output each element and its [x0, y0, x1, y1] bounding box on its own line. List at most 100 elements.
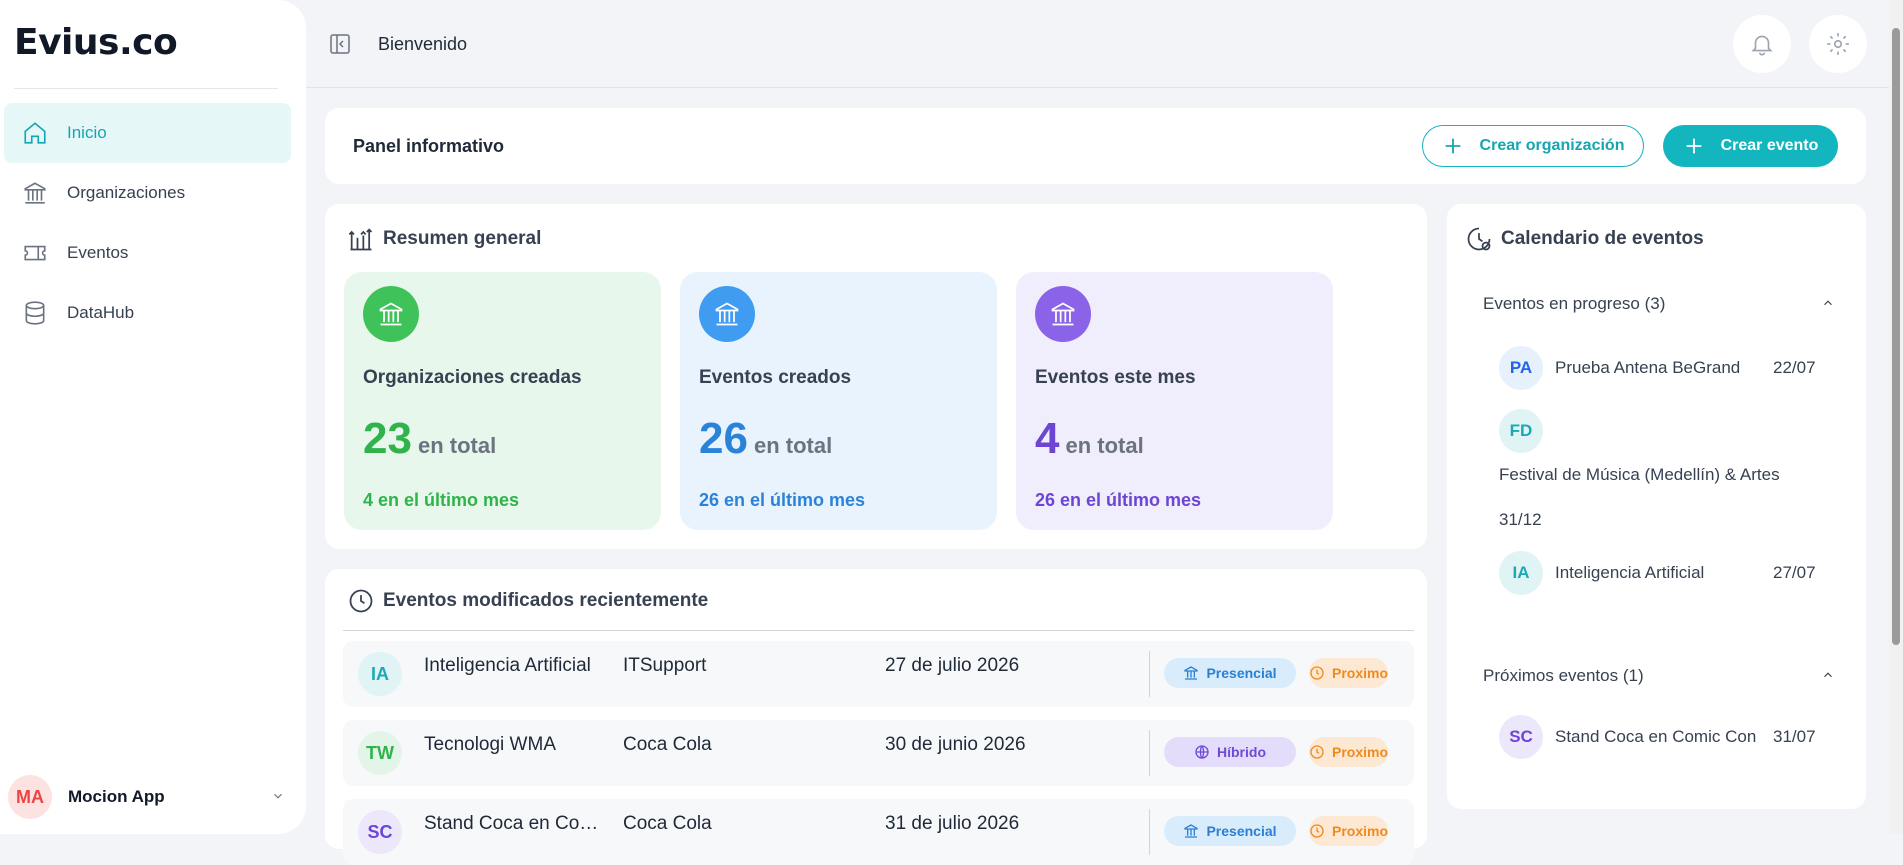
clock-icon — [1310, 824, 1324, 838]
event-date: 31/12 — [1499, 510, 1542, 529]
user-name: Mocion App — [68, 787, 165, 806]
chart-up-icon — [348, 228, 373, 251]
stat-label: Organizaciones creadas — [363, 367, 582, 388]
list-item[interactable]: PA Prueba Antena BeGrand 22/07 — [1499, 346, 1819, 390]
event-avatar: PA — [1499, 346, 1543, 390]
event-name: Tecnologi WMA — [424, 734, 556, 755]
calendar-card: Calendario de eventos Eventos en progres… — [1447, 204, 1866, 809]
top-bar: Bienvenido — [306, 0, 1903, 88]
list-item[interactable]: IA Inteligencia Artificial 27/07 — [1499, 551, 1819, 595]
app-logo[interactable]: Evius.co — [14, 22, 178, 63]
clock-icon — [1310, 666, 1324, 680]
ticket-icon — [24, 245, 46, 261]
scrollbar-thumb[interactable] — [1892, 28, 1900, 645]
stat-subtext: 26 en el último mes — [1035, 490, 1202, 510]
create-event-label: Crear evento — [1720, 137, 1819, 154]
divider — [14, 88, 278, 89]
upcoming-header[interactable]: Próximos eventos (1) — [1483, 666, 1644, 686]
scrollbar[interactable] — [1889, 0, 1903, 834]
divider — [1149, 730, 1150, 776]
stat-value: 4 — [1035, 414, 1060, 463]
sidebar-item-datahub[interactable]: DataHub — [4, 283, 291, 343]
sidebar-item-organizaciones[interactable]: Organizaciones — [4, 163, 291, 223]
event-date: 30 de junio 2026 — [885, 734, 1026, 755]
calendar-title-text: Calendario de eventos — [1501, 228, 1704, 249]
user-menu[interactable]: MA Mocion App — [8, 775, 291, 819]
in-progress-header[interactable]: Eventos en progreso (3) — [1483, 294, 1665, 314]
status-label: Proximo — [1331, 823, 1388, 839]
clock-icon — [1310, 745, 1324, 759]
event-avatar: SC — [1499, 715, 1543, 759]
bell-icon — [1751, 35, 1773, 56]
stat-unit: en total — [417, 433, 497, 458]
stat-value-group: 26 en total — [699, 414, 832, 464]
globe-icon — [1195, 745, 1209, 759]
sidebar-item-label: Organizaciones — [67, 183, 186, 202]
list-item[interactable]: FD Festival de Música (Medellín) & Artes… — [1499, 409, 1780, 529]
event-date: 22/07 — [1773, 358, 1816, 377]
sidebar-item-eventos[interactable]: Eventos — [4, 223, 291, 283]
event-avatar: TW — [358, 731, 402, 775]
create-organization-label: Crear organización — [1479, 137, 1625, 154]
home-icon — [24, 122, 46, 144]
event-date: 31 de julio 2026 — [885, 813, 1020, 834]
recent-events-title: Eventos modificados recientemente — [347, 587, 708, 615]
stat-unit: en total — [1065, 433, 1144, 458]
stat-card-events: Eventos creados 26 en total 26 en el últ… — [680, 272, 997, 530]
sidebar: Evius.co Inicio Organizaciones Eventos D… — [0, 0, 306, 834]
building-icon-badge — [1035, 286, 1091, 342]
event-avatar: IA — [1499, 551, 1543, 595]
divider — [343, 630, 1414, 631]
stat-subtext: 26 en el último mes — [699, 490, 866, 510]
chevron-up-icon[interactable] — [1821, 668, 1835, 682]
sidebar-item-label: DataHub — [67, 303, 135, 322]
event-name: Inteligencia Artificial — [424, 655, 591, 676]
sidebar-toggle-icon[interactable] — [328, 32, 352, 56]
stat-card-organizations: Organizaciones creadas 23 en total 4 en … — [344, 272, 661, 530]
building-icon-badge — [699, 286, 755, 342]
sidebar-item-inicio[interactable]: Inicio — [4, 103, 291, 163]
create-event-button[interactable]: Crear evento — [1663, 125, 1838, 167]
stat-value: 26 — [699, 414, 748, 463]
avatar: MA — [8, 775, 52, 819]
table-row[interactable]: TW Tecnologi WMA Coca Cola 30 de junio 2… — [343, 720, 1414, 786]
event-name: Prueba Antena BeGrand — [1555, 358, 1741, 377]
page-title: Bienvenido — [378, 34, 468, 54]
recent-events-card: Eventos modificados recientemente IA Int… — [325, 569, 1427, 865]
event-name: Festival de Música (Medellín) & Artes — [1499, 465, 1780, 484]
table-row[interactable]: SC Stand Coca en Comic Con Coca Cola 31 … — [343, 799, 1414, 865]
sidebar-item-label: Eventos — [67, 243, 129, 262]
sidebar-nav: Inicio Organizaciones Eventos DataHub — [4, 103, 291, 343]
table-row[interactable]: IA Inteligencia Artificial ITSupport 27 … — [343, 641, 1414, 707]
stat-subtext: 4 en el último mes — [363, 490, 520, 510]
create-organization-button[interactable]: Crear organización — [1422, 125, 1644, 167]
stat-label: Eventos creados — [699, 367, 852, 388]
status-label: Proximo — [1331, 665, 1388, 681]
database-icon — [25, 301, 45, 325]
event-organization: Coca Cola — [623, 813, 712, 834]
event-type-badge: Presencial — [1164, 816, 1296, 846]
event-name: Inteligencia Artificial — [1555, 563, 1705, 582]
chevron-down-icon — [274, 793, 282, 799]
event-type-badge: Presencial — [1164, 658, 1296, 688]
building-icon — [1184, 824, 1199, 838]
summary-card: Resumen general Organizaciones creadas 2… — [325, 204, 1427, 549]
status-badge: Proximo — [1309, 816, 1388, 846]
summary-title: Resumen general — [347, 225, 541, 253]
event-avatar: IA — [358, 652, 402, 696]
panel-title: Panel informativo — [353, 136, 505, 156]
chevron-up-icon[interactable] — [1821, 296, 1835, 310]
stat-label: Eventos este mes — [1035, 367, 1196, 388]
event-date: 27 de julio 2026 — [885, 655, 1020, 676]
notifications-button[interactable] — [1733, 15, 1791, 73]
event-type-badge: Híbrido — [1164, 737, 1296, 767]
stat-value-group: 4 en total — [1035, 414, 1144, 464]
stat-card-events-month: Eventos este mes 4 en total 26 en el últ… — [1016, 272, 1333, 530]
stat-value-group: 23 en total — [363, 414, 496, 464]
event-name: Stand Coca en Comic Con — [1555, 727, 1757, 746]
calendar-clock-icon — [1467, 227, 1491, 251]
event-date: 27/07 — [1773, 563, 1816, 582]
stat-unit: en total — [753, 433, 833, 458]
list-item[interactable]: SC Stand Coca en Comic Con 31/07 — [1499, 715, 1819, 759]
settings-button[interactable] — [1809, 15, 1867, 73]
